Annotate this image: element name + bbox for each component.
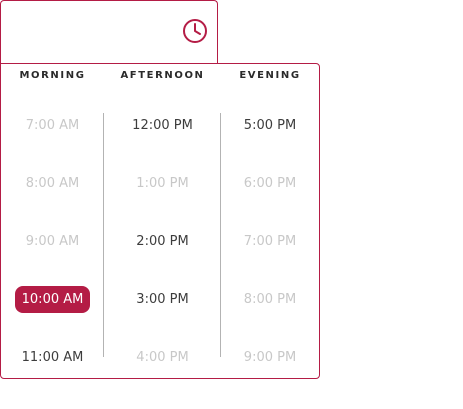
time-slot[interactable]: 3:00 PM bbox=[104, 270, 221, 328]
evening-column: 5:00 PM 6:00 PM 7:00 PM 8:00 PM 9:00 PM bbox=[221, 96, 319, 386]
time-slot[interactable]: 7:00 PM bbox=[221, 212, 319, 270]
time-slot[interactable]: 9:00 PM bbox=[221, 328, 319, 386]
time-slot[interactable]: 1:00 PM bbox=[104, 154, 221, 212]
time-slot[interactable]: 8:00 PM bbox=[221, 270, 319, 328]
time-slot-label[interactable]: 10:00 AM bbox=[14, 285, 91, 313]
time-input[interactable] bbox=[0, 0, 218, 64]
column-header-afternoon: AFTERNOON bbox=[120, 70, 205, 81]
time-slot-label[interactable]: 3:00 PM bbox=[129, 286, 195, 313]
time-slot-label[interactable]: 7:00 PM bbox=[237, 228, 303, 255]
column-header-evening: EVENING bbox=[239, 70, 301, 81]
afternoon-column: 12:00 PM 1:00 PM 2:00 PM 3:00 PM 4:00 PM bbox=[104, 96, 221, 386]
time-slot[interactable]: 12:00 PM bbox=[104, 96, 221, 154]
time-slot[interactable]: 4:00 PM bbox=[104, 328, 221, 386]
time-slot-label[interactable]: 8:00 PM bbox=[237, 286, 303, 313]
morning-column: 7:00 AM 8:00 AM 9:00 AM 10:00 AM 11:00 A… bbox=[1, 96, 104, 386]
time-slot-label[interactable]: 1:00 PM bbox=[129, 170, 195, 197]
time-slot-label[interactable]: 9:00 PM bbox=[237, 344, 303, 371]
time-slot-label[interactable]: 2:00 PM bbox=[129, 228, 195, 255]
time-slot-label[interactable]: 11:00 AM bbox=[15, 344, 91, 371]
time-slot[interactable]: 10:00 AM bbox=[1, 270, 104, 328]
time-slot-label[interactable]: 4:00 PM bbox=[129, 344, 195, 371]
time-slot-label[interactable]: 6:00 PM bbox=[237, 170, 303, 197]
time-slot[interactable]: 2:00 PM bbox=[104, 212, 221, 270]
time-slot-label[interactable]: 8:00 AM bbox=[19, 170, 86, 197]
time-slot[interactable]: 7:00 AM bbox=[1, 96, 104, 154]
time-slot[interactable]: 5:00 PM bbox=[221, 96, 319, 154]
time-picker-dropdown: MORNING AFTERNOON EVENING 7:00 AM 8:00 A… bbox=[0, 63, 320, 379]
time-slot[interactable]: 9:00 AM bbox=[1, 212, 104, 270]
time-slot[interactable]: 6:00 PM bbox=[221, 154, 319, 212]
time-slot-label[interactable]: 9:00 AM bbox=[19, 228, 86, 255]
clock-icon[interactable] bbox=[182, 18, 208, 44]
time-slot[interactable]: 11:00 AM bbox=[1, 328, 104, 386]
column-header-morning: MORNING bbox=[19, 70, 86, 81]
time-slot-label[interactable]: 5:00 PM bbox=[237, 112, 303, 139]
time-slot[interactable]: 8:00 AM bbox=[1, 154, 104, 212]
time-slot-label[interactable]: 7:00 AM bbox=[19, 112, 86, 139]
time-slot-label[interactable]: 12:00 PM bbox=[125, 112, 200, 139]
